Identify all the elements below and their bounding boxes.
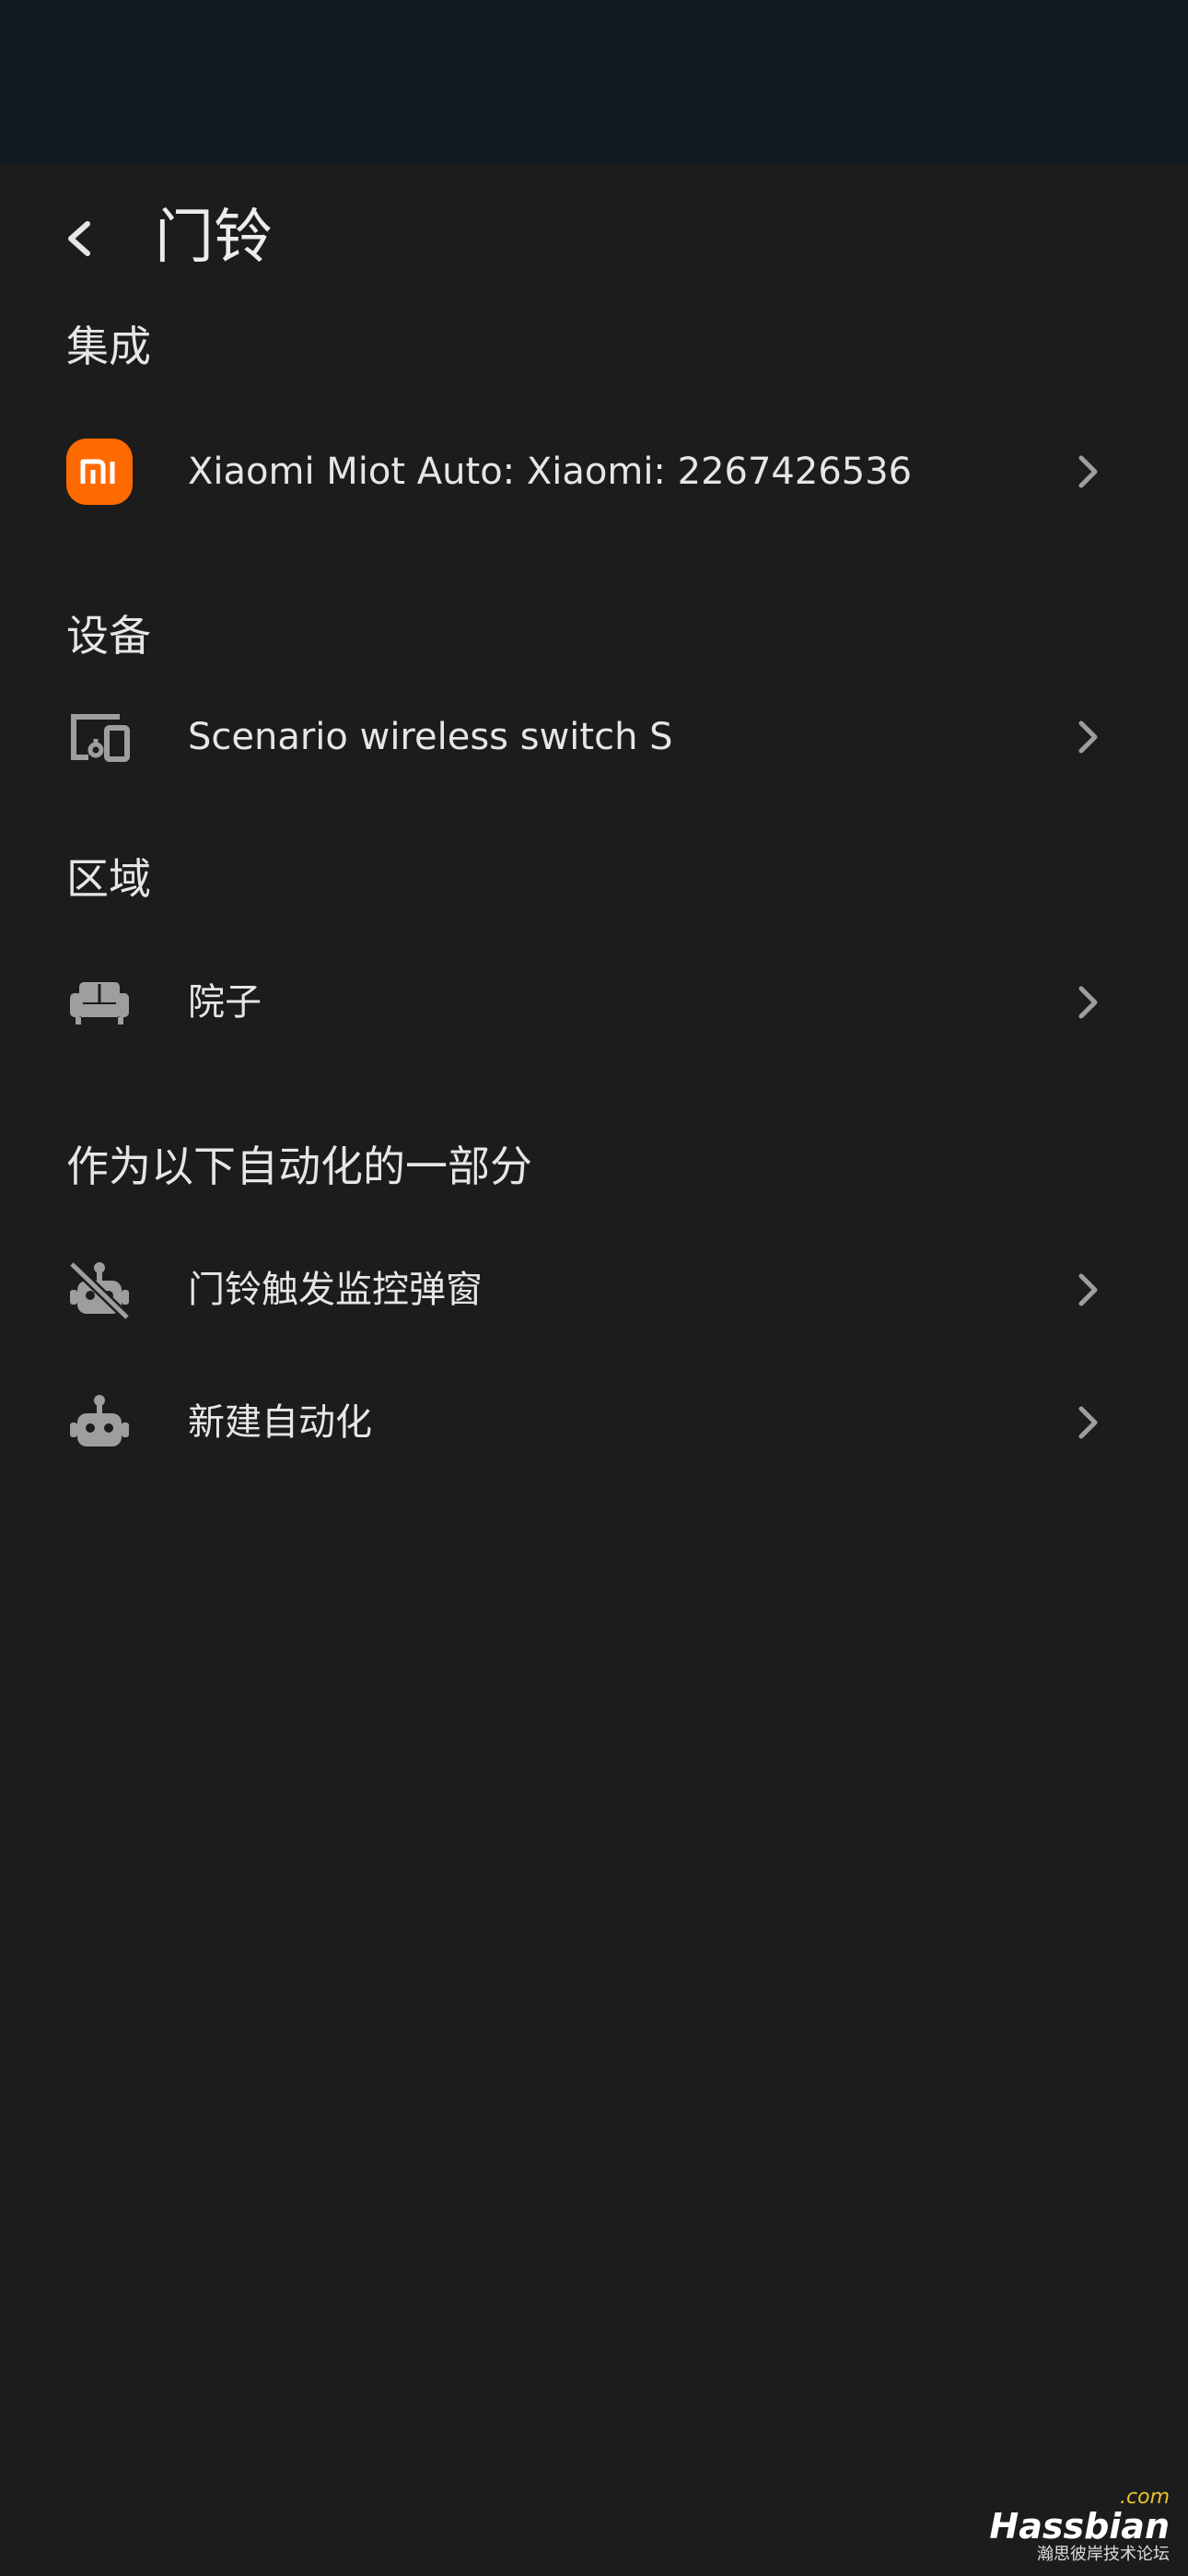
robot-icon bbox=[66, 1389, 133, 1456]
watermark-com: .com bbox=[1120, 2486, 1170, 2509]
new-automation-row[interactable]: 新建自动化 bbox=[0, 1365, 1188, 1480]
integration-row[interactable]: Xiaomi Miot Auto: Xiaomi: 2267426536 bbox=[0, 415, 1188, 529]
status-bar bbox=[0, 0, 1188, 164]
automation-label: 门铃触发监控弹窗 bbox=[188, 1269, 483, 1311]
new-automation-label: 新建自动化 bbox=[188, 1401, 372, 1444]
area-label: 院子 bbox=[188, 981, 262, 1024]
devices-icon bbox=[66, 704, 133, 770]
watermark-subtitle: 瀚思彼岸技术论坛 bbox=[1037, 2545, 1170, 2564]
section-title-area: 区域 bbox=[66, 854, 151, 904]
watermark: .com Hassbian 瀚思彼岸技术论坛 bbox=[989, 2488, 1170, 2565]
header: 门铃 bbox=[0, 164, 1188, 313]
area-row[interactable]: 院子 bbox=[0, 945, 1188, 1060]
device-label: Scenario wireless switch S bbox=[188, 716, 673, 758]
page-title: 门铃 bbox=[155, 204, 273, 272]
section-title-automations: 作为以下自动化的一部分 bbox=[66, 1142, 532, 1191]
chevron-right-icon bbox=[1068, 1402, 1109, 1443]
automation-row[interactable]: 门铃触发监控弹窗 bbox=[0, 1233, 1188, 1347]
back-arrow-icon bbox=[68, 221, 90, 256]
robot-off-icon bbox=[66, 1257, 133, 1323]
back-button[interactable] bbox=[52, 206, 107, 271]
chevron-right-icon bbox=[1068, 451, 1109, 492]
chevron-right-icon bbox=[1068, 982, 1109, 1023]
sofa-icon bbox=[66, 969, 133, 1036]
chevron-right-icon bbox=[1068, 717, 1109, 757]
xiaomi-logo-icon bbox=[66, 439, 133, 505]
chevron-right-icon bbox=[1068, 1270, 1109, 1310]
watermark-brand: Hassbian bbox=[989, 2506, 1170, 2547]
integration-label: Xiaomi Miot Auto: Xiaomi: 2267426536 bbox=[188, 451, 913, 493]
section-title-device: 设备 bbox=[66, 611, 151, 661]
device-row[interactable]: Scenario wireless switch S bbox=[0, 680, 1188, 794]
section-title-integration: 集成 bbox=[66, 322, 151, 371]
